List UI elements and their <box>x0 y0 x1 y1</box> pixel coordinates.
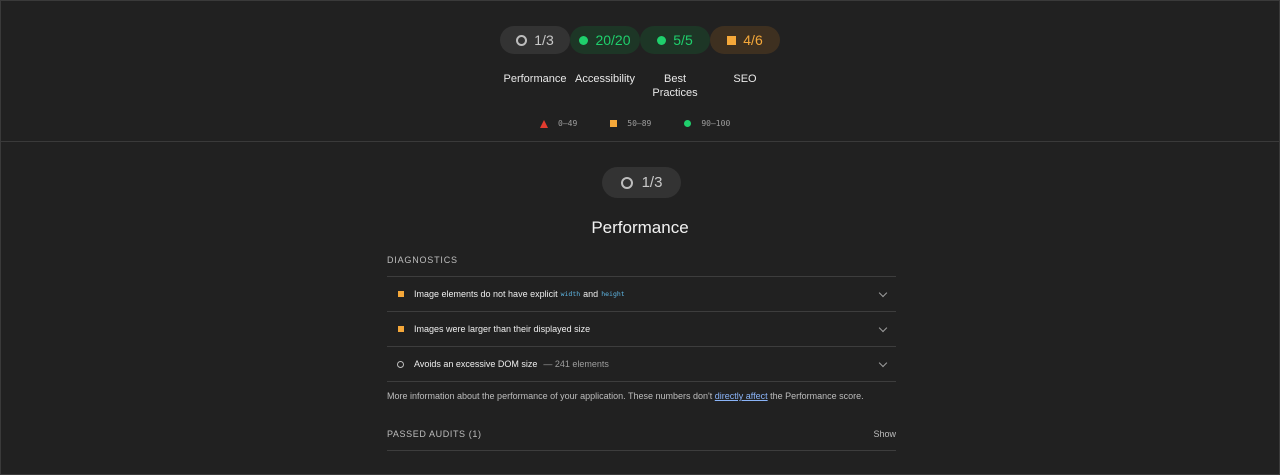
audit-row-unsized-images[interactable]: Image elements do not have explicit widt… <box>387 276 896 311</box>
chevron-down-icon[interactable] <box>878 358 888 368</box>
diagnostics-info: More information about the performance o… <box>387 391 896 401</box>
fail-triangle-icon <box>540 119 548 128</box>
performance-score-pill[interactable]: 1/3 <box>500 26 570 54</box>
chevron-down-icon[interactable] <box>878 288 888 298</box>
audit-status <box>397 360 404 368</box>
audit-code-width: width <box>560 290 581 298</box>
audit-row-dom-size[interactable]: Avoids an excessive DOM size — 241 eleme… <box>387 346 896 382</box>
pass-circle-icon <box>684 120 692 127</box>
accessibility-score-pill[interactable]: 20/20 <box>570 26 640 54</box>
accessibility-score: 20/20 <box>595 32 631 48</box>
average-square-icon <box>727 35 737 45</box>
legend-pass: 90–100 <box>684 119 730 128</box>
score-legend: 0–49 50–89 90–100 <box>540 119 763 128</box>
audit-display-value: — 241 elements <box>543 359 609 369</box>
audit-code-height: height <box>601 290 625 298</box>
average-square-icon <box>397 326 404 332</box>
info-text-before: More information about the performance o… <box>387 391 713 401</box>
passed-audits-heading: PASSED AUDITS (1) <box>387 429 482 439</box>
seo-label[interactable]: SEO <box>710 72 780 100</box>
audit-status <box>397 326 404 332</box>
category-score: 1/3 <box>641 174 663 191</box>
seo-score: 4/6 <box>743 32 763 48</box>
audit-list: Image elements do not have explicit widt… <box>387 276 896 382</box>
diagnostics-heading: DIAGNOSTICS <box>387 255 458 265</box>
neutral-circle-icon <box>397 360 404 368</box>
category-labels: Performance Accessibility Best Practices… <box>500 72 780 100</box>
seo-score-pill[interactable]: 4/6 <box>710 26 780 54</box>
average-square-icon <box>397 291 404 297</box>
best-practices-score: 5/5 <box>673 32 693 48</box>
pass-circle-icon <box>579 35 589 45</box>
directly-affect-link[interactable]: directly affect <box>715 391 768 401</box>
best-practices-score-pill[interactable]: 5/5 <box>640 26 710 54</box>
audit-status <box>397 291 404 297</box>
audit-title-part2: and <box>583 289 599 299</box>
category-title: Performance <box>591 218 689 237</box>
audit-title: Avoids an excessive DOM size <box>414 359 538 369</box>
show-button[interactable]: Show <box>873 429 896 450</box>
audit-row-image-size[interactable]: Images were larger than their displayed … <box>387 311 896 346</box>
pass-circle-icon <box>657 35 667 45</box>
scores-summary: 1/3 20/20 5/5 4/6 Performance Accessibil… <box>0 0 1280 141</box>
performance-score: 1/3 <box>534 32 554 48</box>
average-square-icon <box>610 120 618 127</box>
legend-fail: 0–49 <box>540 119 577 128</box>
audit-title: Images were larger than their displayed … <box>414 324 591 334</box>
best-practices-label[interactable]: Best Practices <box>640 72 710 100</box>
score-pills: 1/3 20/20 5/5 4/6 <box>500 26 780 54</box>
passed-audits-group[interactable]: PASSED AUDITS (1) Show <box>387 429 896 451</box>
legend-fail-range: 0–49 <box>558 119 578 128</box>
legend-average-range: 50–89 <box>627 119 652 128</box>
legend-average: 50–89 <box>610 119 651 128</box>
section-divider <box>0 141 1280 142</box>
neutral-circle-icon <box>620 176 633 189</box>
category-score-pill: 1/3 <box>602 167 681 198</box>
performance-label[interactable]: Performance <box>500 72 570 100</box>
legend-pass-range: 90–100 <box>701 119 731 128</box>
neutral-circle-icon <box>516 34 528 46</box>
chevron-down-icon[interactable] <box>878 323 888 333</box>
info-text-after: the Performance score. <box>770 391 864 401</box>
audit-title-part1: Image elements do not have explicit <box>414 289 558 299</box>
accessibility-label[interactable]: Accessibility <box>570 72 640 100</box>
